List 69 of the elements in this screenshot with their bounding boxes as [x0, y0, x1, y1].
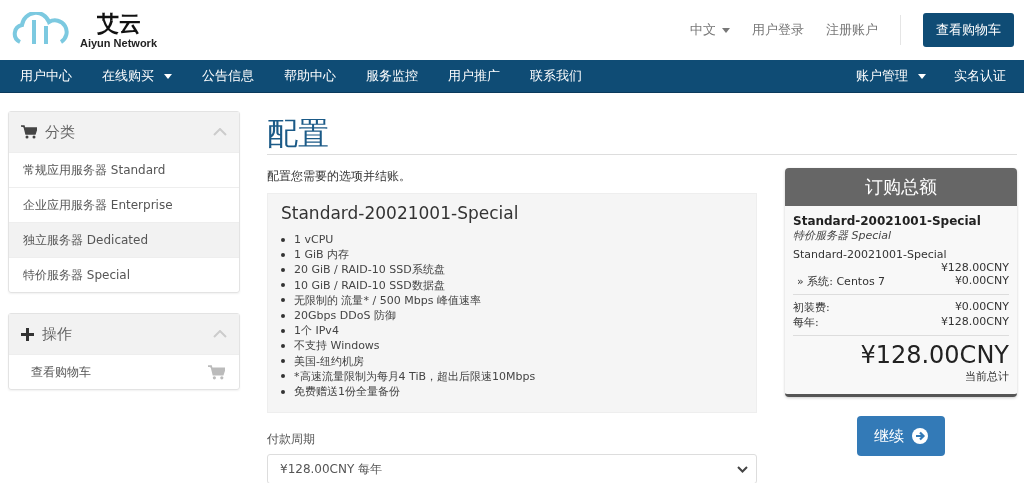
- panel-title: 分类: [45, 122, 76, 142]
- plus-icon: [21, 327, 34, 341]
- panel-title: 操作: [42, 324, 73, 344]
- bullet-icon: [281, 268, 285, 272]
- total-label: 当前总计: [965, 370, 1009, 383]
- bullet-icon: [281, 359, 285, 364]
- sidebar-item[interactable]: 独立服务器 Dedicated: [9, 222, 239, 257]
- feature-item: 1 vCPU: [294, 232, 334, 248]
- top-link[interactable]: 注册账户: [826, 21, 878, 39]
- total-amount: ¥128.00CNY: [860, 341, 1009, 369]
- summary-title: 订购总额: [785, 168, 1017, 206]
- fee-label: 每年:: [793, 315, 819, 330]
- feature-item: 美国-纽约机房: [294, 353, 364, 369]
- bullet-icon: [281, 344, 285, 348]
- feature-item: 20Gbps DDoS 防御: [294, 308, 396, 324]
- bullet-icon: [281, 237, 285, 242]
- cart-icon: [21, 125, 37, 139]
- feature-item: 20 GiB / RAID-10 SSD系统盘: [294, 262, 445, 278]
- nav-item[interactable]: 服务监控: [366, 67, 418, 85]
- bullet-icon: [281, 389, 285, 394]
- top-link[interactable]: 中文: [690, 21, 716, 39]
- nav-item[interactable]: 账户管理: [856, 67, 908, 85]
- top-link[interactable]: 用户登录: [752, 21, 804, 39]
- bullet-icon: [281, 283, 285, 288]
- option-label: » 系统: Centos 7: [797, 274, 886, 289]
- continue-button[interactable]: 继续: [857, 416, 945, 456]
- feature-item: 1个 IPv4: [294, 323, 339, 339]
- fee-label: 初装费:: [793, 300, 830, 315]
- line-item: Standard-20021001-Special: [793, 248, 948, 261]
- billing-label: 付款周期: [267, 431, 316, 449]
- nav-item[interactable]: 在线购买: [102, 67, 154, 85]
- feature-item: 无限制的 流量* / 500 Mbps 峰值速率: [294, 292, 481, 308]
- arrow-circle-icon: [912, 428, 928, 444]
- nav-item[interactable]: 联系我们: [530, 67, 582, 85]
- fee-value: ¥0.00CNY: [954, 300, 1009, 315]
- fee-value: ¥128.00CNY: [940, 315, 1009, 330]
- nav-item[interactable]: 公告信息: [202, 67, 254, 85]
- feature-item: 1 GiB 内存: [294, 247, 350, 263]
- logo-title: 艾云: [96, 11, 141, 37]
- nav-item[interactable]: 用户推广: [448, 67, 500, 85]
- feature-item: *高速流量限制为每月4 TiB，超出后限速10Mbps: [294, 368, 536, 385]
- logo-subtitle: Aiyun Network: [80, 37, 157, 49]
- nav-item[interactable]: 用户中心: [20, 67, 72, 85]
- sidebar-item[interactable]: 常规应用服务器 Standard: [9, 152, 239, 187]
- collapse-chevron-icon[interactable]: [213, 330, 227, 338]
- sidebar-item[interactable]: 特价服务器 Special: [9, 257, 239, 292]
- view-cart-button[interactable]: 查看购物车: [923, 13, 1014, 47]
- intro-text: 配置您需要的选项并结账。: [267, 168, 412, 185]
- line-price: ¥128.00CNY: [940, 261, 1009, 274]
- bullet-icon: [281, 328, 285, 333]
- bullet-icon: [281, 313, 285, 318]
- bullet-icon: [281, 298, 285, 303]
- product-group: 特价服务器 Special: [793, 228, 1009, 243]
- collapse-chevron-icon[interactable]: [213, 128, 227, 136]
- page-title: 配置: [267, 111, 1017, 155]
- nav-item[interactable]: 实名认证: [954, 67, 1006, 85]
- bullet-icon: [281, 252, 285, 257]
- option-price: ¥0.00CNY: [954, 274, 1009, 289]
- nav-item[interactable]: 帮助中心: [284, 67, 336, 85]
- product-name: Standard-20021001-Special: [281, 203, 520, 223]
- feature-item: 不支持 Windows: [294, 338, 380, 354]
- bullet-icon: [281, 374, 285, 379]
- feature-item: 10 GiB / RAID-10 SSD数据盘: [294, 277, 445, 293]
- feature-item: 免费赠送1份全量备份: [294, 384, 400, 400]
- sidebar-item[interactable]: 查看购物车: [9, 354, 239, 389]
- cart-icon: [208, 364, 225, 380]
- dropdown-chevron-icon: [737, 465, 748, 473]
- product-name: Standard-20021001-Special: [793, 214, 982, 228]
- billing-cycle-select[interactable]: ¥128.00CNY 每年: [267, 454, 757, 483]
